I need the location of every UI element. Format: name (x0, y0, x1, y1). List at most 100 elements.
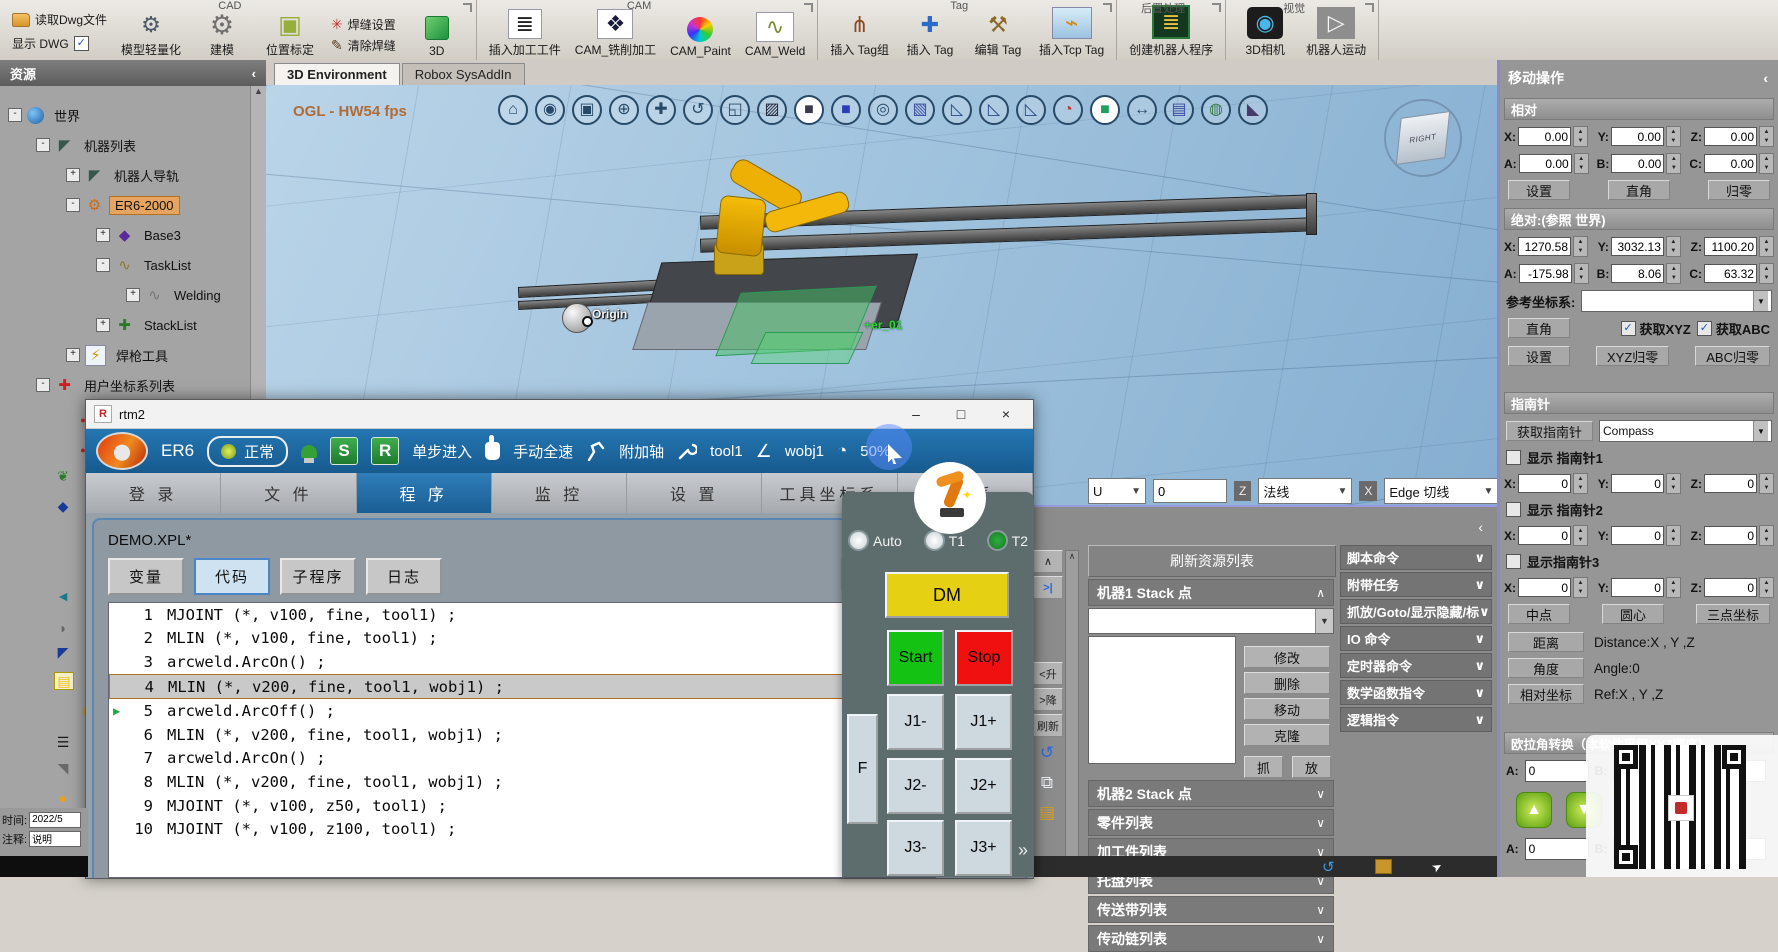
code-line[interactable]: 8MLIN (*, v200, fine, tool1, wobj1) ; (109, 770, 935, 794)
spinner-buttons[interactable]: ▲▼ (1666, 577, 1681, 598)
distance-button[interactable]: 距离 (1508, 632, 1584, 652)
command-section-header[interactable]: IO 命令 ∨ (1340, 626, 1492, 651)
ribbon-item[interactable]: ⚒ 编辑 Tag (971, 11, 1025, 58)
angle-button[interactable]: 角度 (1508, 658, 1584, 678)
tab-code[interactable]: 代码 (194, 558, 270, 595)
point-tool-button[interactable]: 中点 (1508, 604, 1570, 624)
manual-speed-label[interactable]: 手动全速 (513, 441, 573, 462)
euler-input[interactable] (1525, 838, 1589, 860)
stack-edit-button[interactable]: 移动 (1244, 698, 1330, 720)
code-line[interactable]: 2MLIN (*, v100, fine, tool1) ; (109, 627, 935, 651)
jog-j3-plus-button[interactable]: J3+ (955, 820, 1012, 876)
axis-select[interactable]: U ▼ (1088, 478, 1146, 504)
spinner-buttons[interactable]: ▲▼ (1759, 236, 1774, 257)
collapsed-section-header[interactable]: 零件列表 ∨ (1088, 809, 1334, 836)
jog-j2-plus-button[interactable]: J2+ (955, 758, 1012, 814)
radio-t2-icon[interactable] (987, 530, 1008, 551)
menu-settings[interactable]: 设 置 (627, 473, 762, 513)
tree-item-stacklist[interactable]: + ✚ StackList (6, 310, 266, 340)
coordinate-input[interactable] (1611, 127, 1664, 146)
code-line-selected[interactable]: 4MLIN (*, v200, fine, tool1, wobj1) ; (109, 674, 935, 700)
tab-robox-sysaddin[interactable]: Robox SysAddIn (402, 63, 525, 85)
copy-pages-icon[interactable]: ⧉ (1033, 770, 1061, 796)
coordinate-input[interactable] (1704, 127, 1757, 146)
code-line[interactable]: 9MJOINT (*, v100, z50, tool1) ; (109, 794, 935, 818)
menu-file[interactable]: 文 件 (221, 473, 356, 513)
measure-distance-icon[interactable]: ↔ (1127, 95, 1157, 125)
relative-action-button[interactable]: 直角 (1608, 180, 1670, 200)
tab-subprogram[interactable]: 子程序 (280, 558, 356, 595)
tree-item-world[interactable]: - ● 世界 (6, 100, 266, 130)
tree-item-machine-list[interactable]: - ◤ 机器列表 (6, 130, 266, 160)
code-editor[interactable]: 1MJOINT (*, v100, fine, tool1) ; 2MLIN (… (108, 602, 936, 878)
expander-icon[interactable]: + (66, 168, 80, 182)
jog-j1-minus-button[interactable]: J1- (887, 694, 944, 750)
tree-item-base3[interactable]: + ◆ Base3 (6, 220, 266, 250)
euler-input[interactable] (1525, 760, 1589, 782)
badge-s[interactable]: S (330, 437, 358, 465)
collapse-caret-icon[interactable]: ∨ (1474, 712, 1485, 728)
xyz-zero-button[interactable]: XYZ归零 (1596, 346, 1669, 366)
collapse-caret-icon[interactable]: ∨ (1474, 658, 1485, 674)
command-section-header[interactable]: 抓放/Goto/显示隐藏/标 ∨ (1340, 599, 1492, 624)
badge-r[interactable]: R (371, 437, 399, 465)
ribbon-item[interactable]: ⌁ 插入Tcp Tag (1039, 7, 1104, 58)
collapse-caret-icon[interactable]: ∨ (1316, 903, 1325, 917)
zoom-window-icon[interactable]: ▣ (572, 95, 602, 125)
collapse-caret-icon[interactable]: ∨ (1479, 604, 1490, 620)
coordinate-input[interactable] (1518, 474, 1571, 493)
spinner-buttons[interactable]: ▲▼ (1666, 473, 1681, 494)
spinner-buttons[interactable]: ▲▼ (1666, 263, 1681, 284)
ribbon-item[interactable]: ✚ 插入 Tag (903, 11, 957, 58)
expander-icon[interactable]: - (96, 258, 110, 272)
sphere-axes-icon[interactable]: ◍ (1201, 95, 1231, 125)
code-line-executing[interactable]: ▶5arcweld.ArcOff() ; (109, 699, 935, 723)
expander-icon[interactable]: + (96, 318, 110, 332)
collapsed-section-header[interactable]: 机器2 Stack 点 ∨ (1088, 780, 1334, 807)
point-tool-button[interactable]: 圆心 (1602, 604, 1664, 624)
group-expand-icon[interactable] (804, 3, 813, 12)
spinner-buttons[interactable]: ▲▼ (1759, 525, 1774, 546)
grab-button[interactable]: 抓 (1244, 756, 1283, 778)
command-section-header[interactable]: 附带任务 ∨ (1340, 572, 1492, 597)
pan-icon[interactable]: ✚ (646, 95, 676, 125)
set-button[interactable]: 设置 (1508, 346, 1570, 366)
tree-item-er6-2000[interactable]: - ⚙ ER6-2000 (6, 190, 266, 220)
point-tool-button[interactable]: 三点坐标 (1696, 604, 1770, 624)
tree-item-weld-torch[interactable]: + ⚡ 焊枪工具 (6, 340, 266, 370)
reference-frame-select[interactable]: ▼ (1581, 290, 1772, 312)
stack-scrollbar[interactable]: ∧∨ (1065, 550, 1079, 866)
refresh-circular-icon[interactable]: ↺ (1033, 740, 1061, 766)
tree-item-welding[interactable]: + ∿ Welding (6, 280, 266, 310)
strip-play-button[interactable]: >| (1033, 576, 1063, 599)
relative-action-button[interactable]: 设置 (1508, 180, 1570, 200)
show-compass3-checkbox[interactable]: 显示指南针3 (1500, 552, 1778, 571)
spinner-buttons[interactable]: ▲▼ (1573, 525, 1588, 546)
spinner-buttons[interactable]: ▲▼ (1573, 126, 1588, 147)
radio-auto-icon[interactable] (848, 530, 869, 551)
expander-icon[interactable]: + (66, 348, 80, 362)
spinner-buttons[interactable]: ▲▼ (1573, 577, 1588, 598)
refresh-resource-list-button[interactable]: 刷新资源列表 (1088, 545, 1336, 577)
group-expand-icon[interactable] (1212, 3, 1221, 12)
clipboard-icon[interactable]: ▤ (1033, 800, 1061, 826)
rectangular-button[interactable]: 直角 (1508, 318, 1570, 338)
ribbon-item[interactable]: ❖ CAM_铣削加工 (575, 9, 656, 58)
chevron-down-icon[interactable]: ▼ (1315, 609, 1333, 633)
center-target-icon[interactable]: ◎ (868, 95, 898, 125)
code-line[interactable]: 10MJOINT (*, v100, z100, tool1) ; (109, 817, 935, 841)
coordinate-input[interactable] (1611, 578, 1664, 597)
fit-screen-icon[interactable]: ◱ (720, 95, 750, 125)
coordinate-input[interactable] (1704, 237, 1757, 256)
checkbox-checked-icon[interactable]: ✓ (1697, 321, 1712, 336)
axis-value-input[interactable] (1153, 479, 1227, 503)
coordinate-input[interactable] (1704, 154, 1757, 173)
coordinate-input[interactable] (1519, 154, 1572, 173)
spinner-buttons[interactable]: ▲▼ (1666, 126, 1681, 147)
show-compass1-checkbox[interactable]: 显示 指南针1 (1500, 448, 1778, 467)
checkbox-checked-icon[interactable]: ✓ (1621, 321, 1636, 336)
stop-button[interactable]: Stop (955, 630, 1013, 686)
close-button[interactable]: × (987, 406, 1025, 422)
expander-icon[interactable]: - (66, 198, 80, 212)
step-mode-label[interactable]: 单步进入 (412, 441, 472, 462)
